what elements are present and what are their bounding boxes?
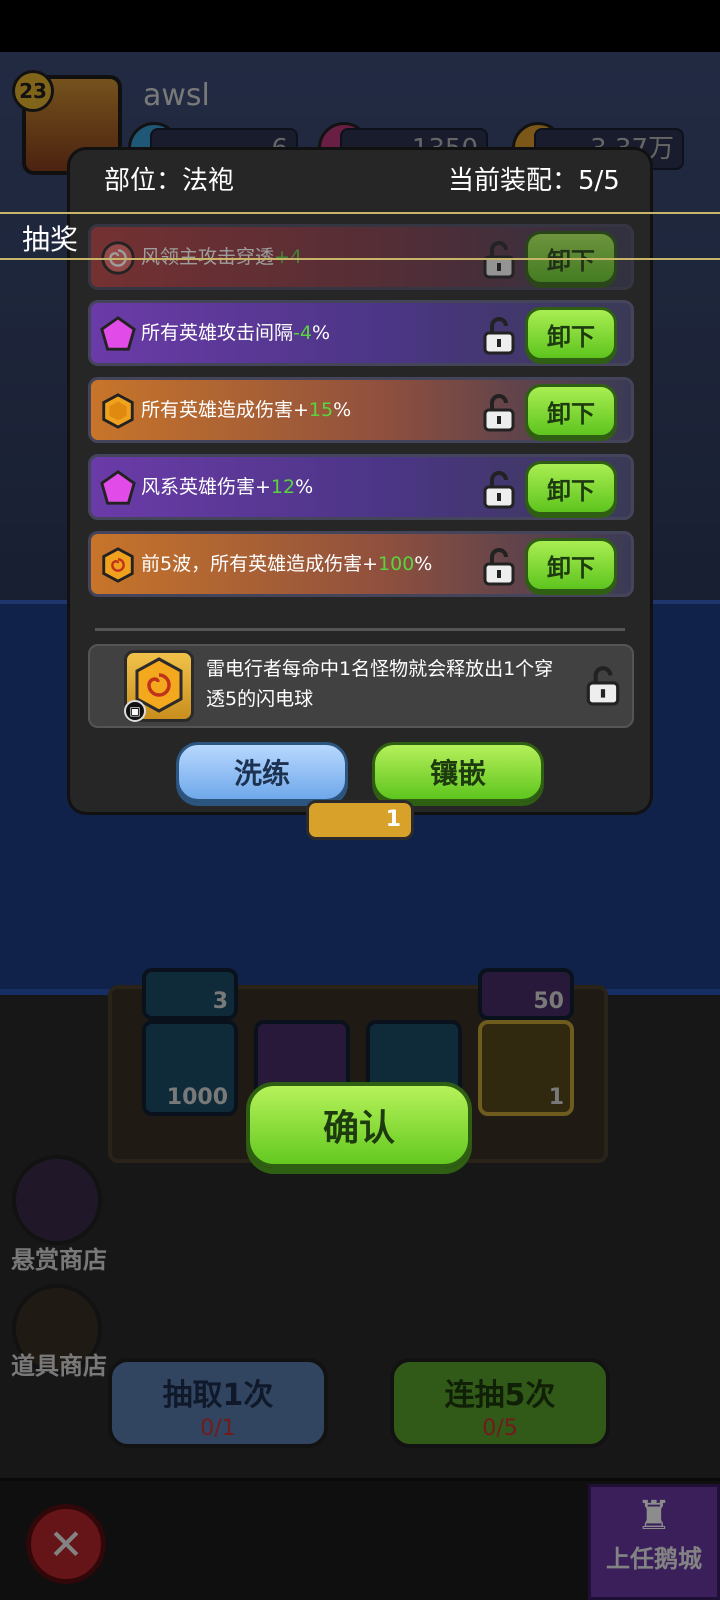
- inlay-button[interactable]: 镶嵌: [372, 742, 544, 802]
- unequip-button[interactable]: 卸下: [525, 307, 617, 361]
- armor-badge-icon: ▣: [124, 700, 146, 722]
- confirm-button[interactable]: 确认: [246, 1082, 472, 1168]
- draw-tab-label: 抽奖: [22, 223, 79, 256]
- unlock-icon[interactable]: [479, 315, 519, 355]
- unlock-icon[interactable]: [479, 546, 519, 586]
- spiral-gem-icon: [102, 547, 134, 583]
- attribute-row: 所有英雄攻击间隔-4% 卸下: [88, 300, 634, 366]
- modal-divider: [95, 628, 625, 631]
- attribute-text: 所有英雄造成伤害+15%: [141, 399, 352, 421]
- refine-button[interactable]: 洗练: [176, 742, 348, 802]
- unequip-button[interactable]: 卸下: [525, 461, 617, 515]
- unlock-icon[interactable]: [479, 469, 519, 509]
- modal-equipped-count: 当前装配：5/5: [448, 166, 620, 196]
- attribute-text: 前5波，所有英雄造成伤害+100%: [141, 553, 433, 575]
- unequip-button[interactable]: 卸下: [525, 538, 617, 592]
- attribute-row: 前5波，所有英雄造成伤害+100% 卸下: [88, 531, 634, 597]
- unlock-icon[interactable]: [479, 392, 519, 432]
- attribute-text: 所有英雄攻击间隔-4%: [141, 322, 331, 344]
- hexagon-gem-icon: [102, 393, 134, 429]
- attribute-row: 风系英雄伤害+12% 卸下: [88, 454, 634, 520]
- skill-description: 雷电行者每命中1名怪物就会释放出1个穿透5的闪电球: [206, 658, 554, 710]
- unlock-icon[interactable]: [582, 664, 624, 706]
- attribute-text: 风系英雄伤害+12%: [141, 476, 314, 498]
- pentagon-gem-icon: [100, 470, 136, 505]
- status-bar: [0, 0, 720, 52]
- unequip-button[interactable]: 卸下: [525, 384, 617, 438]
- pentagon-gem-icon: [100, 316, 136, 351]
- attribute-row: 所有英雄造成伤害+15% 卸下: [88, 377, 634, 443]
- equipment-count-badge: 1: [306, 800, 414, 840]
- draw-tab-strip: 抽奖: [0, 212, 720, 260]
- modal-slot-label: 部位：法袍: [104, 166, 235, 196]
